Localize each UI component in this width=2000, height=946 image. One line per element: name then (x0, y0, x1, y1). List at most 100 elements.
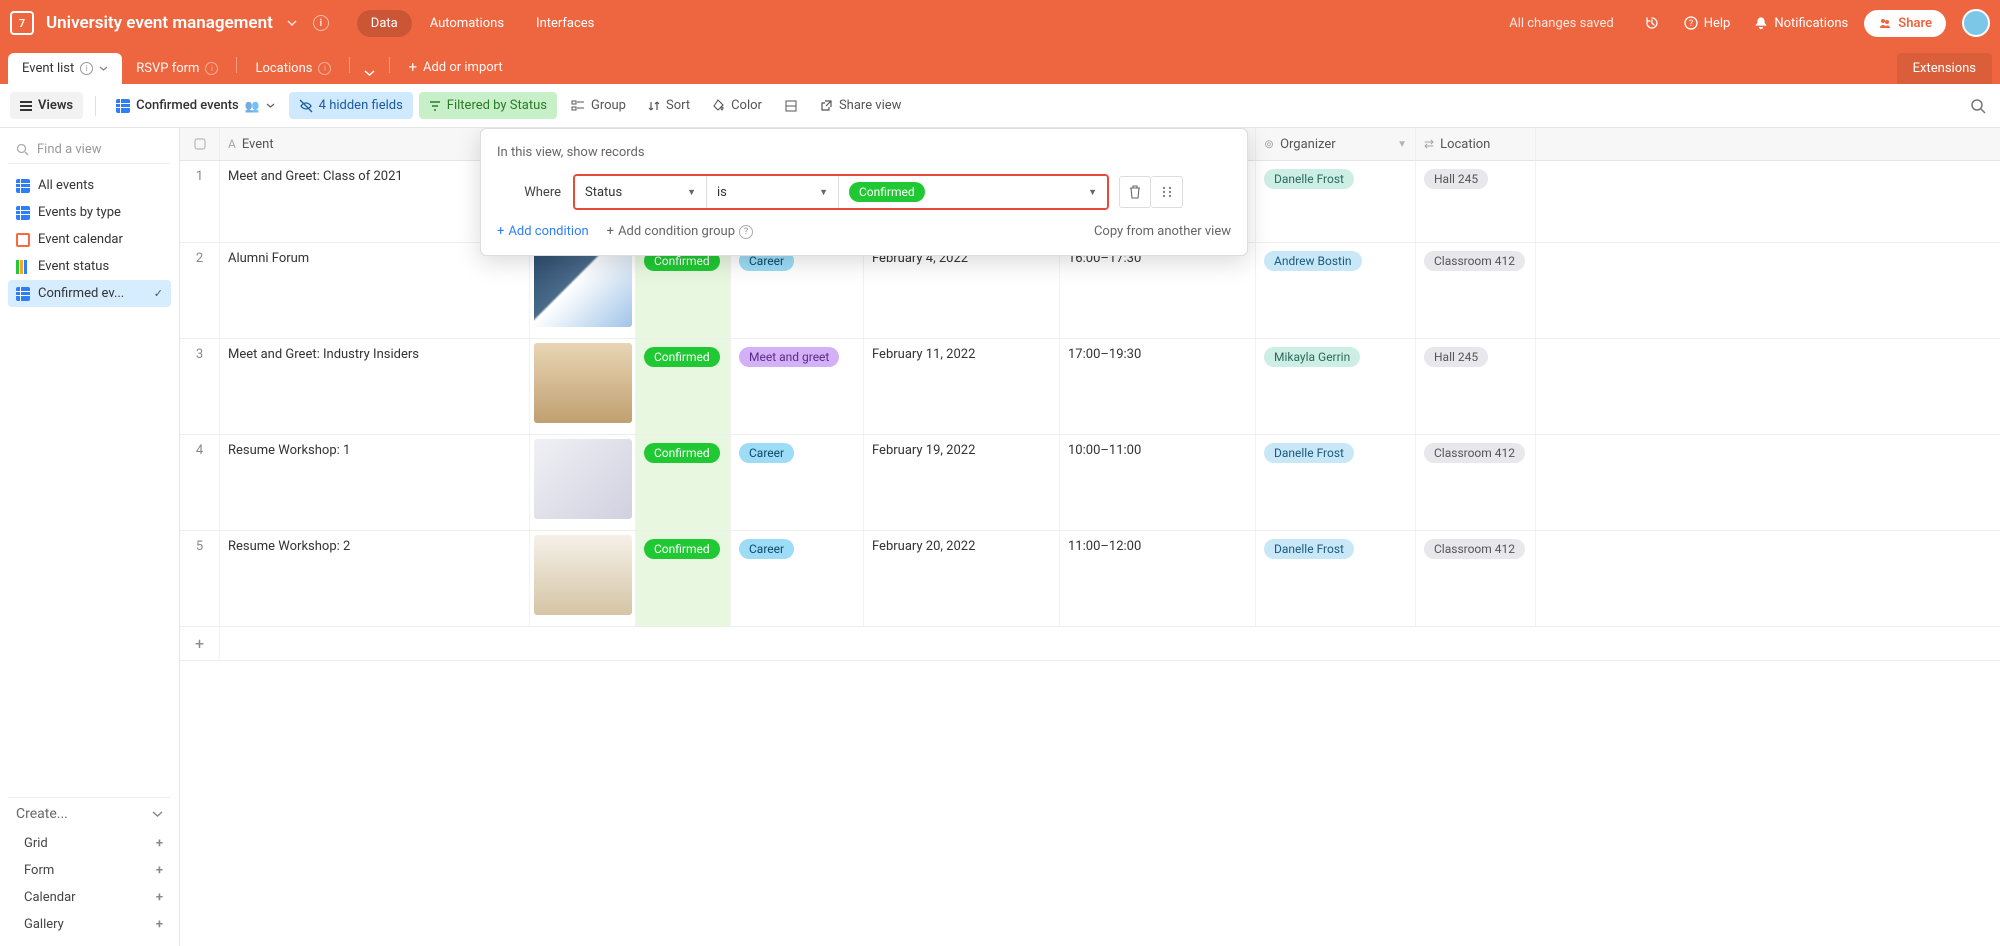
cell-organizer[interactable]: Danelle Frost (1256, 161, 1416, 242)
create-gallery[interactable]: Gallery+ (8, 911, 171, 938)
sidebar-view-item[interactable]: Event status (8, 253, 171, 280)
select-all-checkbox[interactable] (180, 128, 220, 160)
table-row[interactable]: 4Resume Workshop: 1ConfirmedCareerFebrua… (180, 435, 2000, 531)
current-view[interactable]: Confirmed events 👥 (108, 92, 283, 119)
cell-time[interactable]: 10:00–11:00 (1060, 435, 1256, 530)
cell-event[interactable]: Resume Workshop: 2 (220, 531, 530, 626)
cell-time[interactable]: 16:00–17:30 (1060, 243, 1256, 338)
search-button[interactable] (1966, 94, 1990, 118)
create-header[interactable]: Create... (8, 797, 171, 830)
group-button[interactable]: Group (563, 92, 634, 119)
cell-date[interactable]: February 4, 2022 (864, 243, 1060, 338)
cell-photo[interactable] (530, 339, 636, 434)
cell-location[interactable]: Hall 245 (1416, 339, 1536, 434)
cell-location[interactable]: Classroom 412 (1416, 435, 1536, 530)
share-button[interactable]: Share (1864, 10, 1946, 37)
create-calendar[interactable]: Calendar+ (8, 884, 171, 911)
cell-photo[interactable] (530, 435, 636, 530)
chevron-down-icon[interactable] (287, 20, 297, 26)
filter-operator-select[interactable]: is ▼ (707, 176, 839, 208)
help-button[interactable]: ? Help (1684, 16, 1731, 31)
find-view-input[interactable]: Find a view (8, 136, 171, 164)
cell-photo[interactable] (530, 243, 636, 338)
table-row[interactable]: 3Meet and Greet: Industry InsidersConfir… (180, 339, 2000, 435)
create-form[interactable]: Form+ (8, 857, 171, 884)
cell-event[interactable]: Resume Workshop: 1 (220, 435, 530, 530)
cell-date[interactable]: February 20, 2022 (864, 531, 1060, 626)
event-photo-thumb[interactable] (534, 343, 632, 423)
cell-status[interactable]: Confirmed (636, 531, 731, 626)
grid-area: A Event ⊚ Organizer ▼ ⇄ Location 1Meet a… (180, 128, 2000, 946)
column-header-location[interactable]: ⇄ Location (1416, 128, 1536, 160)
extensions-button[interactable]: Extensions (1897, 53, 1992, 84)
hidden-fields-button[interactable]: 4 hidden fields (289, 92, 413, 119)
cell-date[interactable]: February 19, 2022 (864, 435, 1060, 530)
drag-condition-handle[interactable] (1151, 176, 1183, 208)
cell-status[interactable]: Confirmed (636, 339, 731, 434)
cell-type[interactable]: Meet and greet (731, 339, 864, 434)
filter-value-select[interactable]: Confirmed ▼ (839, 176, 1107, 208)
sidebar-view-item[interactable]: Confirmed ev...✓ (8, 280, 171, 307)
add-condition-button[interactable]: + Add condition (497, 224, 589, 239)
filter-panel-title: In this view, show records (497, 145, 1231, 160)
copy-from-view-button[interactable]: Copy from another view (1094, 224, 1231, 239)
cell-location[interactable]: Hall 245 (1416, 161, 1536, 242)
base-logo[interactable]: 7 (10, 11, 34, 35)
add-condition-group-button[interactable]: + Add condition group ? (607, 224, 753, 239)
sort-button[interactable]: Sort (640, 92, 698, 119)
views-toggle[interactable]: Views (10, 92, 83, 119)
filter-field-select[interactable]: Status ▼ (575, 176, 707, 208)
sidebar-view-item[interactable]: All events (8, 172, 171, 199)
cell-type[interactable]: Career (731, 531, 864, 626)
cell-organizer[interactable]: Danelle Frost (1256, 435, 1416, 530)
add-or-import[interactable]: + Add or import (394, 50, 516, 84)
location-tag: Hall 245 (1424, 347, 1488, 367)
plus-icon: + (180, 626, 220, 661)
history-button[interactable] (1644, 15, 1660, 31)
user-avatar[interactable] (1962, 9, 1990, 37)
cell-location[interactable]: Classroom 412 (1416, 243, 1536, 338)
sidebar-view-item[interactable]: Event calendar (8, 226, 171, 253)
tab-rsvp-form[interactable]: RSVP form i (122, 53, 232, 84)
info-icon[interactable]: i (313, 15, 329, 31)
share-view-button[interactable]: Share view (812, 92, 909, 119)
cell-organizer[interactable]: Danelle Frost (1256, 531, 1416, 626)
status-tag: Confirmed (644, 539, 720, 559)
type-tag: Career (739, 539, 794, 559)
cell-type[interactable]: Career (731, 435, 864, 530)
tab-locations[interactable]: Locations i (241, 53, 345, 84)
nav-data[interactable]: Data (357, 10, 412, 37)
table-row[interactable]: 5Resume Workshop: 2ConfirmedCareerFebrua… (180, 531, 2000, 627)
add-row[interactable]: + (180, 627, 2000, 661)
cell-location[interactable]: Classroom 412 (1416, 531, 1536, 626)
cell-date[interactable]: February 11, 2022 (864, 339, 1060, 434)
cell-time[interactable]: 17:00–19:30 (1060, 339, 1256, 434)
cell-status[interactable]: Confirmed (636, 435, 731, 530)
table-row[interactable]: 2Alumni ForumConfirmedCareerFebruary 4, … (180, 243, 2000, 339)
cell-event[interactable]: Alumni Forum (220, 243, 530, 338)
cell-event[interactable]: Meet and Greet: Industry Insiders (220, 339, 530, 434)
column-header-organizer[interactable]: ⊚ Organizer ▼ (1256, 128, 1416, 160)
sidebar-view-item[interactable]: Events by type (8, 199, 171, 226)
event-photo-thumb[interactable] (534, 247, 632, 327)
event-photo-thumb[interactable] (534, 439, 632, 519)
cell-status[interactable]: Confirmed (636, 243, 731, 338)
row-height-button[interactable] (776, 93, 806, 119)
delete-condition-button[interactable] (1119, 176, 1151, 208)
tabs-overflow[interactable] (354, 62, 385, 84)
tab-event-list[interactable]: Event list i (8, 53, 122, 84)
cell-time[interactable]: 11:00–12:00 (1060, 531, 1256, 626)
create-grid[interactable]: Grid+ (8, 830, 171, 857)
base-title[interactable]: University event management (46, 13, 273, 33)
cell-photo[interactable] (530, 531, 636, 626)
filter-button[interactable]: Filtered by Status (419, 92, 557, 119)
cell-organizer[interactable]: Mikayla Gerrin (1256, 339, 1416, 434)
nav-automations[interactable]: Automations (416, 10, 518, 37)
nav-interfaces[interactable]: Interfaces (522, 10, 608, 37)
cell-organizer[interactable]: Andrew Bostin (1256, 243, 1416, 338)
color-button[interactable]: Color (704, 92, 770, 119)
event-photo-thumb[interactable] (534, 535, 632, 615)
cell-type[interactable]: Career (731, 243, 864, 338)
notifications-button[interactable]: Notifications (1754, 16, 1848, 31)
separator (349, 57, 350, 73)
